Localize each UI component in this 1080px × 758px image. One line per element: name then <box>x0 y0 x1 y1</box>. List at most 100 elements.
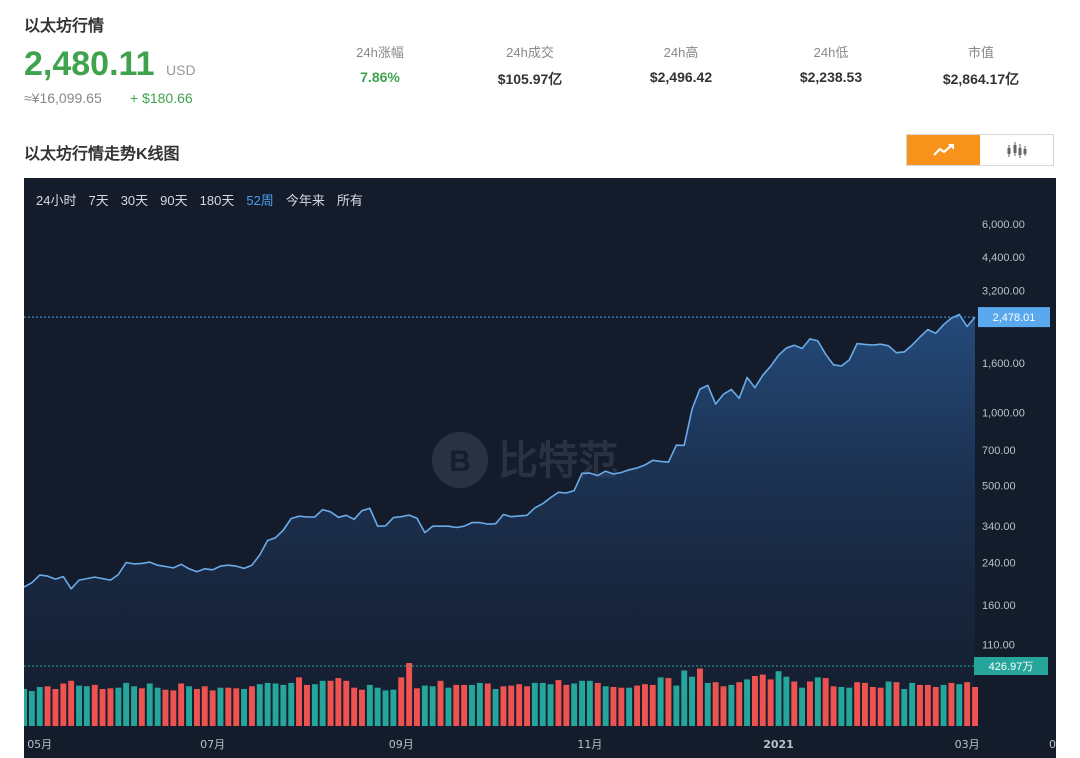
volume-bar <box>791 681 798 726</box>
volume-bar <box>940 684 947 726</box>
volume-bar <box>775 671 782 726</box>
stat-label: 24h低 <box>813 45 849 60</box>
y-axis-tick-label: 1,000.00 <box>982 408 1025 420</box>
volume-bar <box>44 686 51 726</box>
volume-bar <box>131 686 137 726</box>
volume-bar <box>264 682 271 726</box>
volume-bar <box>508 685 515 726</box>
stat-value: $2,238.53 <box>799 69 863 85</box>
volume-bar <box>304 684 310 726</box>
volume-bar <box>563 684 570 726</box>
volume-bar <box>516 684 523 726</box>
y-axis-tick-label: 1,600.00 <box>982 358 1025 370</box>
volume-bar <box>649 684 656 726</box>
volume-bar <box>728 684 735 726</box>
x-axis-tick-label: 05月 <box>27 738 52 751</box>
volume-bar <box>351 687 358 726</box>
volume-bar <box>822 678 829 726</box>
volume-bar <box>123 682 130 726</box>
volume-bar <box>194 689 200 726</box>
volume-bar <box>201 686 208 726</box>
volume-bar <box>327 680 334 726</box>
watermark-logo-letter: B <box>449 445 471 478</box>
volume-bar <box>374 687 381 726</box>
volume-bar <box>138 688 145 726</box>
current-price: 2,480.11 <box>24 45 155 83</box>
stat-label: 市值 <box>967 45 994 60</box>
volume-bar <box>484 683 491 726</box>
volume-bar <box>893 682 900 726</box>
volume-bar <box>414 688 420 726</box>
volume-bar <box>885 681 892 726</box>
volume-bar <box>901 689 908 726</box>
volume-bar <box>445 687 452 726</box>
volume-bar <box>689 676 695 726</box>
volume-bar <box>83 686 90 726</box>
volume-bar <box>610 687 617 726</box>
line-chart-button[interactable] <box>907 135 980 165</box>
stat-label: 24h高 <box>663 45 699 60</box>
volume-bar <box>539 682 546 726</box>
volume-bar <box>421 685 428 726</box>
volume-bar <box>319 680 326 726</box>
price-unit: USD <box>166 62 196 78</box>
volume-bar <box>869 687 876 726</box>
volume-bar <box>146 683 153 726</box>
volume-bar <box>547 684 554 726</box>
volume-bar <box>76 685 82 726</box>
volume-bar <box>311 684 318 726</box>
volume-bar <box>626 687 633 726</box>
volume-bar <box>52 689 59 726</box>
y-axis-tick-label: 4,400.00 <box>982 252 1025 264</box>
volume-bar <box>602 686 609 726</box>
volume-bar <box>759 674 766 726</box>
y-axis-tick-label: 3,200.00 <box>982 285 1025 297</box>
volume-bar <box>170 690 177 726</box>
candlestick-icon <box>1007 142 1026 158</box>
volume-bar <box>225 687 232 726</box>
volume-bar <box>877 687 884 726</box>
stat-value: 7.86% <box>360 69 400 85</box>
x-axis-tick-label: 07月 <box>200 738 225 751</box>
volume-bar <box>956 684 963 726</box>
volume-bar <box>862 682 868 726</box>
volume-bar <box>500 686 507 726</box>
volume-bar <box>720 686 727 726</box>
volume-bar <box>366 684 373 726</box>
chart-section-title: 以太坊行情走势K线图 <box>24 146 180 163</box>
volume-bar <box>162 689 169 726</box>
volume-bar <box>249 686 255 726</box>
volume-bar <box>272 683 279 726</box>
volume-bar <box>642 684 648 726</box>
volume-bar <box>398 677 405 726</box>
volume-bar <box>634 685 640 726</box>
volume-bar <box>657 677 664 726</box>
volume-bar <box>814 677 821 726</box>
x-axis-tick-label: 11月 <box>577 738 602 751</box>
volume-bar <box>437 680 444 726</box>
stat-24h-change: 24h涨幅 7.86% <box>310 42 450 85</box>
volume-bar <box>917 684 923 726</box>
cny-price: ≈¥16,099.65 <box>24 90 102 106</box>
volume-bar <box>178 683 185 726</box>
y-axis-tick-label: 240.00 <box>982 558 1016 570</box>
volume-bar <box>924 684 931 726</box>
volume-bar <box>594 682 601 726</box>
volume-bar <box>154 687 161 726</box>
y-axis-tick-label: 160.00 <box>982 600 1016 612</box>
line-chart-icon <box>932 144 954 156</box>
volume-bar <box>186 686 192 726</box>
volume-bar <box>964 682 971 726</box>
volume-bar <box>429 686 436 726</box>
y-axis-tick-label: 340.00 <box>982 521 1016 533</box>
candlestick-button[interactable] <box>980 135 1053 165</box>
stat-market-cap: 市值 $2,864.17亿 <box>911 42 1051 89</box>
volume-bar <box>359 689 365 726</box>
volume-bar <box>469 684 475 726</box>
y-axis-tick-label: 500.00 <box>982 480 1016 492</box>
volume-bar <box>335 678 342 726</box>
volume-bar <box>665 678 672 726</box>
volume-bar <box>68 680 75 726</box>
stat-24h-high: 24h高 $2,496.42 <box>611 42 751 85</box>
volume-bar <box>579 680 585 726</box>
